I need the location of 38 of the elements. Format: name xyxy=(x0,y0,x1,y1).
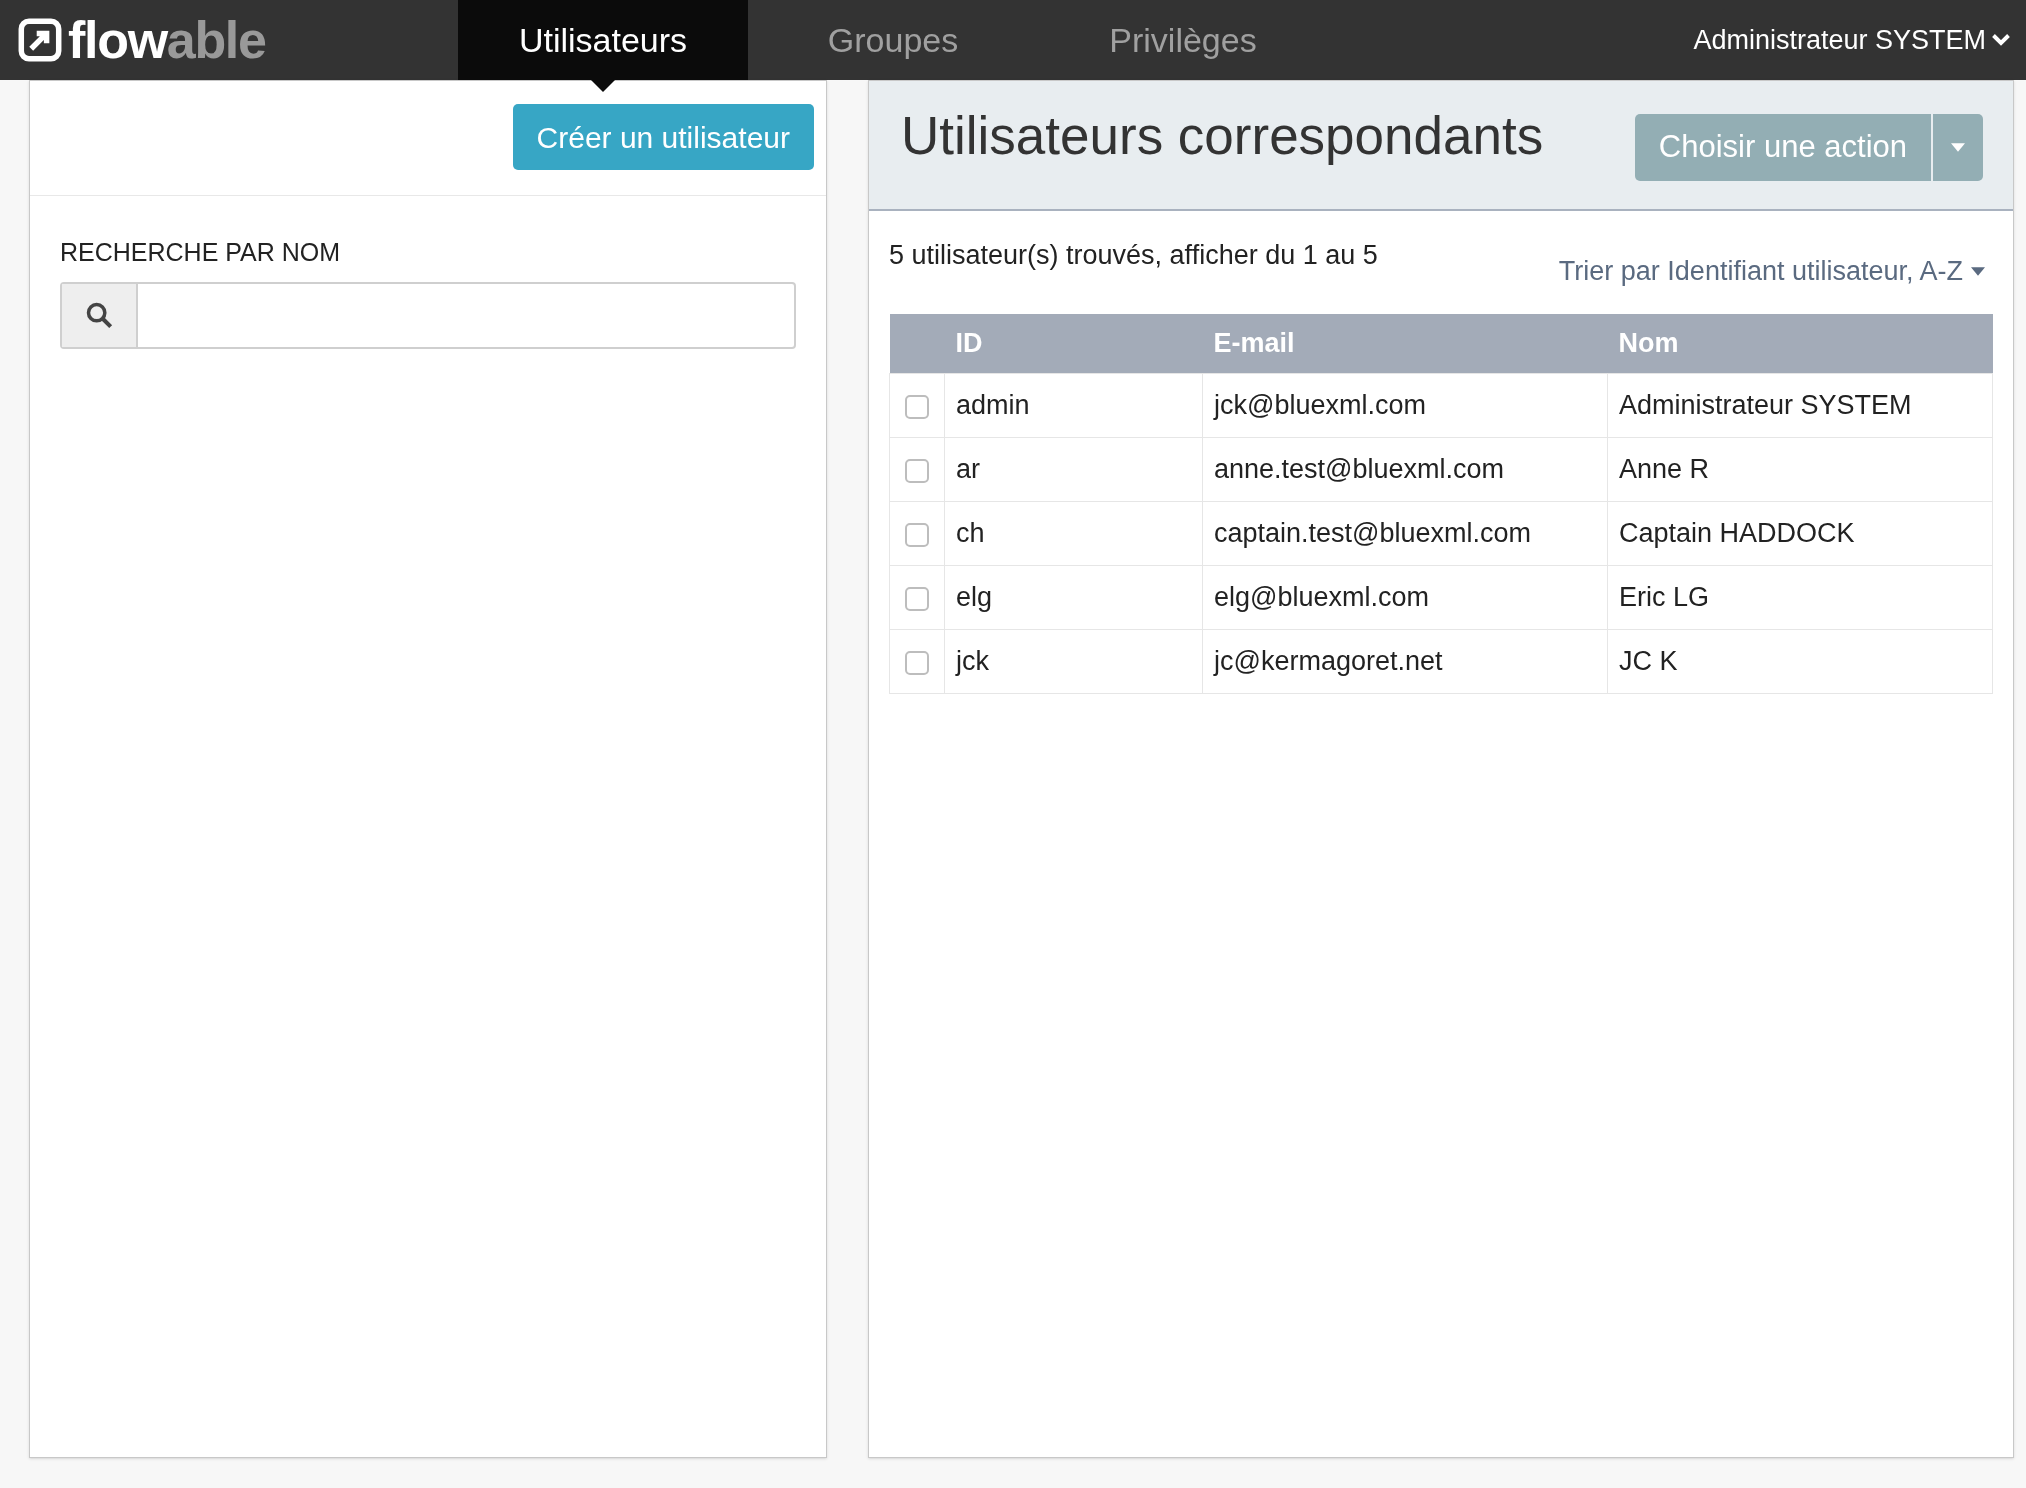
table-cell: elg xyxy=(944,565,1203,630)
column-header: Nom xyxy=(1607,313,1993,374)
caret-icon xyxy=(1971,266,1985,276)
logo-wordmark: flowable xyxy=(68,14,266,66)
table-cell: JC K xyxy=(1607,629,1993,694)
caret-icon xyxy=(1951,143,1965,152)
create-user-button[interactable]: Créer un utilisateur xyxy=(512,104,814,170)
table-cell: ch xyxy=(944,501,1203,566)
row-checkbox[interactable] xyxy=(905,587,929,612)
search-icon xyxy=(85,301,113,329)
row-checkbox[interactable] xyxy=(905,651,929,676)
nav-tab[interactable]: Groupes xyxy=(748,0,1038,80)
table-cell: ar xyxy=(944,437,1203,502)
table-cell: Anne R xyxy=(1607,437,1993,502)
table-cell: Eric LG xyxy=(1607,565,1993,630)
table-cell: Administrateur SYSTEM xyxy=(1607,373,1993,438)
logo-icon xyxy=(18,18,62,62)
table-cell: anne.test@bluexml.com xyxy=(1202,437,1608,502)
nav-tab[interactable]: Privilèges xyxy=(1038,0,1328,80)
row-checkbox[interactable] xyxy=(905,395,929,420)
result-summary: 5 utilisateur(s) trouvés, afficher du 1 au 5 xyxy=(889,239,1378,272)
row-checkbox[interactable] xyxy=(905,523,929,548)
table-cell: jck xyxy=(944,629,1203,694)
sort-dropdown[interactable]: Trier par Identifiant utilisateur, A-Z xyxy=(1558,251,1993,292)
table-cell: jc@kermagoret.net xyxy=(1202,629,1608,694)
column-header: E-mail xyxy=(1202,313,1608,374)
table-cell: jck@bluexml.com xyxy=(1202,373,1608,438)
table-cell: Captain HADDOCK xyxy=(1607,501,1993,566)
row-checkbox[interactable] xyxy=(905,459,929,484)
user-menu[interactable]: Administrateur SYSTEM xyxy=(1693,19,2026,61)
column-header: ID xyxy=(944,313,1203,374)
table-cell: captain.test@bluexml.com xyxy=(1202,501,1608,566)
table-cell: elg@bluexml.com xyxy=(1202,565,1608,630)
search-field[interactable] xyxy=(60,281,796,349)
action-dropdown-button[interactable] xyxy=(1933,114,1983,181)
chevron-icon xyxy=(1992,34,2010,46)
search-label: RECHERCHE PAR NOM xyxy=(60,237,342,268)
table-cell: admin xyxy=(944,373,1203,438)
